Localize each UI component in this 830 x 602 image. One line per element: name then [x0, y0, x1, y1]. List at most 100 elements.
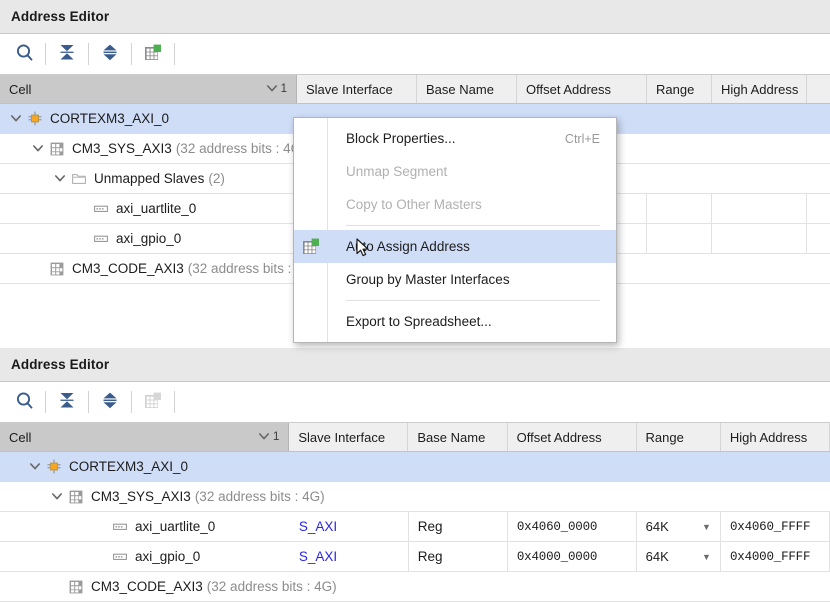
context-menu-separator: [346, 225, 600, 226]
context-menu-item-label: Copy to Other Masters: [327, 197, 482, 212]
column-header-base_name[interactable]: Base Name: [417, 75, 517, 103]
collapse-all-button[interactable]: [51, 39, 83, 69]
expand-all-button[interactable]: [94, 39, 126, 69]
column-header-label: Offset Address: [517, 430, 602, 445]
cell-offset_address[interactable]: 0x4000_0000: [508, 542, 637, 572]
interface-grid-icon: [66, 580, 86, 594]
column-header-offset_address[interactable]: Offset Address: [508, 423, 637, 451]
table-row[interactable]: CM3_CODE_AXI3(32 address bits : 4G): [0, 572, 830, 602]
tree-expander-chevron-down-icon[interactable]: [29, 140, 47, 158]
tree-cell: CM3_CODE_AXI3(32 address bits : 4G): [0, 254, 297, 284]
cell-range[interactable]: 64K▼: [637, 512, 721, 542]
context-menu-item-label: Auto Assign Address: [327, 239, 470, 254]
context-menu-item-label: Unmap Segment: [327, 164, 447, 179]
expand-all-button[interactable]: [94, 387, 126, 417]
column-header-high_address[interactable]: High Address: [712, 75, 807, 103]
column-header-slave_interface[interactable]: Slave Interface: [289, 423, 408, 451]
cell-range: [637, 572, 721, 602]
port-icon: [91, 234, 111, 244]
cell-range: [647, 104, 712, 134]
cell-offset_address[interactable]: 0x4060_0000: [508, 512, 637, 542]
tree-node-label: axi_uartlite_0: [116, 201, 196, 216]
cell-range[interactable]: [647, 194, 712, 224]
expand-all-icon: [101, 43, 119, 65]
context-menu-item-auto-assign-address[interactable]: Auto Assign Address: [294, 230, 616, 263]
context-menu-item-unmap-segment: Unmap Segment: [294, 155, 616, 188]
search-button[interactable]: [8, 387, 40, 417]
toolbar-separator: [88, 43, 89, 65]
search-button[interactable]: [8, 39, 40, 69]
tree-cell: axi_uartlite_0: [0, 512, 290, 542]
search-icon: [15, 391, 34, 413]
column-header-label: Range: [646, 430, 684, 445]
column-header-offset_address[interactable]: Offset Address: [517, 75, 647, 103]
cell-base_name[interactable]: Reg: [409, 542, 508, 572]
cell-high_address[interactable]: [712, 194, 807, 224]
column-header-high_address[interactable]: High Address: [721, 423, 830, 451]
interface-grid-icon: [66, 490, 86, 504]
column-header-label: High Address: [730, 430, 807, 445]
table-row[interactable]: CORTEXM3_AXI_0: [0, 452, 830, 482]
cell-range: [647, 254, 712, 284]
cell-base_name: [408, 452, 507, 482]
tree-expander-chevron-down-icon[interactable]: [7, 110, 25, 128]
tree-expander-chevron-down-icon[interactable]: [51, 170, 69, 188]
tree-node-label: Unmapped Slaves: [94, 171, 204, 186]
column-header-cell[interactable]: Cell 1: [0, 423, 289, 451]
page-title-bottom: Address Editor: [11, 357, 109, 372]
tree-node-sublabel: (32 address bits : 4G): [176, 141, 306, 156]
tree-node-label: CORTEXM3_AXI_0: [50, 111, 169, 126]
context-menu[interactable]: Block Properties...Ctrl+E Unmap Segment Co…: [293, 117, 617, 343]
column-header-range[interactable]: Range: [647, 75, 712, 103]
table-row[interactable]: CM3_SYS_AXI3(32 address bits : 4G): [0, 482, 830, 512]
column-header-slave_interface[interactable]: Slave Interface: [297, 75, 417, 103]
context-menu-item-export-to-spreadsheet[interactable]: Export to Spreadsheet...: [294, 305, 616, 338]
cell-slave_interface[interactable]: S_AXI: [290, 542, 409, 572]
cell-high_address[interactable]: 0x4060_FFFF: [721, 512, 830, 542]
cell-high_address[interactable]: 0x4000_FFFF: [721, 542, 830, 572]
auto-assign-address-button[interactable]: [137, 39, 169, 69]
column-header-label: Base Name: [426, 82, 494, 97]
cell-high_address: [721, 452, 830, 482]
cell-offset_address: [509, 572, 637, 602]
context-menu-separator: [346, 300, 600, 301]
auto-assign-address-icon: [144, 44, 162, 65]
chevron-down-icon: [258, 430, 270, 445]
cell-slave_interface-value: S_AXI: [299, 549, 337, 564]
table-row[interactable]: axi_uartlite_0 S_AXI Reg 0x4060_000064K▼0x4…: [0, 512, 830, 542]
collapse-all-button[interactable]: [51, 387, 83, 417]
column-header-base_name[interactable]: Base Name: [408, 423, 507, 451]
cell-high_address[interactable]: [712, 224, 807, 254]
sort-indicator[interactable]: 1: [258, 430, 279, 445]
port-icon: [110, 552, 130, 562]
toolbar-separator: [45, 391, 46, 413]
cell-range[interactable]: 64K▼: [637, 542, 721, 572]
chevron-down-icon: [266, 82, 278, 97]
tree-node-label: axi_uartlite_0: [135, 519, 215, 534]
cell-high_address: [712, 164, 807, 194]
cell-high_address: [712, 134, 807, 164]
cell-high_address-value: 0x4000_FFFF: [730, 550, 810, 564]
range-dropdown-arrow-icon[interactable]: ▼: [702, 522, 711, 532]
cell-range[interactable]: [647, 224, 712, 254]
context-menu-item-block-properties[interactable]: Block Properties...Ctrl+E: [294, 122, 616, 155]
auto-assign-address-icon: [302, 238, 319, 255]
tree-expander-chevron-down-icon[interactable]: [48, 488, 66, 506]
context-menu-item-group-by-master-interfaces[interactable]: Group by Master Interfaces: [294, 263, 616, 296]
cell-base_name[interactable]: Reg: [409, 512, 508, 542]
column-header-cell[interactable]: Cell1: [0, 75, 297, 103]
cell-base_name-value: Reg: [418, 519, 443, 534]
cell-slave_interface[interactable]: S_AXI: [290, 512, 409, 542]
cell-base_name: [410, 572, 509, 602]
table-body-bottom: CORTEXM3_AXI_0 CM3_SYS_AXI3(32 address bi…: [0, 452, 830, 602]
column-header-range[interactable]: Range: [637, 423, 721, 451]
tree-node-label: CORTEXM3_AXI_0: [69, 459, 188, 474]
table-row[interactable]: axi_gpio_0S_AXIReg0x4000_000064K▼0x4000_…: [0, 542, 830, 572]
column-header-label: Cell: [9, 430, 31, 445]
range-dropdown-arrow-icon[interactable]: ▼: [702, 552, 711, 562]
sort-indicator[interactable]: 1: [266, 82, 287, 97]
column-header-label: Range: [656, 82, 694, 97]
context-menu-item-copy-to-other-masters: Copy to Other Masters: [294, 188, 616, 221]
tree-node-label: CM3_CODE_AXI3: [91, 579, 203, 594]
tree-expander-chevron-down-icon[interactable]: [26, 458, 44, 476]
